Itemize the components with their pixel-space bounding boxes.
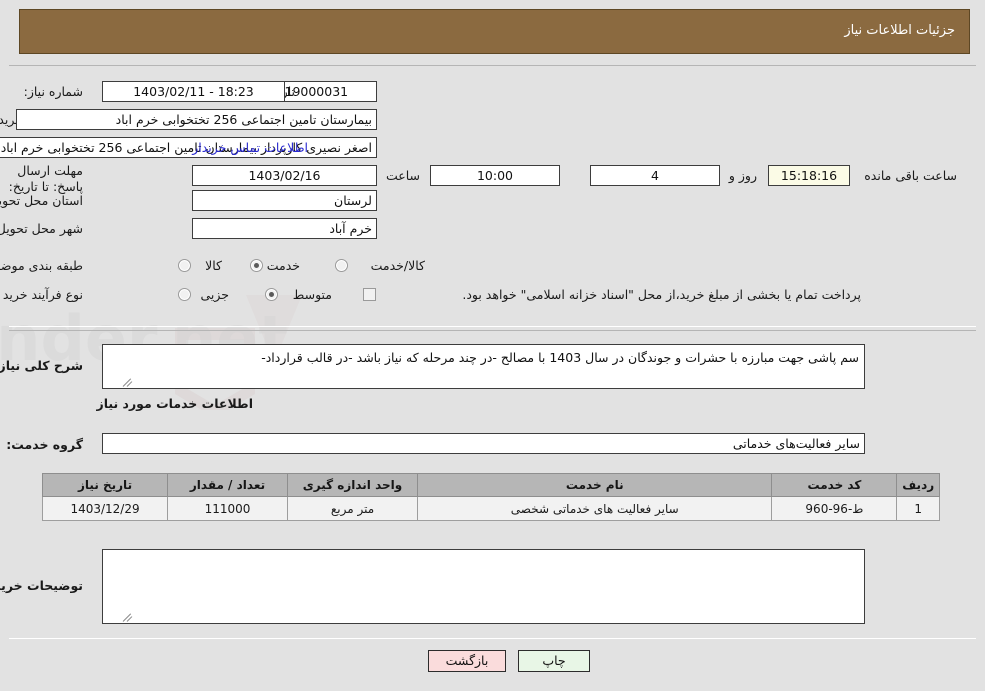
radio-category-goods[interactable] [178, 259, 191, 272]
days-field[interactable]: 4 [590, 165, 720, 186]
deadline-label: مهلت ارسال پاسخ: تا تاریخ: [8, 163, 83, 194]
remaining-label: ساعت باقی مانده [864, 168, 957, 183]
back-button[interactable]: بازگشت [428, 650, 506, 672]
hour-label: ساعت [385, 168, 420, 183]
radio-process-medium-label: متوسط [292, 287, 332, 302]
description-label: شرح کلی نیاز: [0, 358, 83, 373]
province-label: استان محل تحویل: [0, 193, 83, 208]
page-root: AriaTender.net جزئیات اطلاعات نیاز شماره… [0, 0, 985, 691]
cell-code: ط-96-960 [771, 496, 898, 521]
radio-process-minor-label: جزیی [200, 287, 229, 302]
radio-category-goods-label: کالا [205, 258, 222, 273]
radio-process-medium[interactable] [265, 288, 278, 301]
service-group-field[interactable]: سایر فعالیت‌های خدماتی [102, 433, 865, 454]
radio-process-minor[interactable] [178, 288, 191, 301]
radio-category-goods-service[interactable] [335, 259, 348, 272]
process-label: نوع فرآیند خرید : [0, 287, 83, 302]
th-unit: واحد اندازه گیری [286, 473, 419, 497]
province-field[interactable]: لرستان [192, 190, 377, 211]
need-number-label: شماره نیاز: [23, 84, 83, 99]
page-title: جزئیات اطلاعات نیاز [844, 23, 955, 38]
days-label: روز و [728, 168, 757, 183]
items-table-wrap: ردیف کد خدمت نام خدمت واحد اندازه گیری ت… [41, 473, 940, 521]
items-table: ردیف کد خدمت نام خدمت واحد اندازه گیری ت… [41, 473, 940, 521]
buyer-org-field[interactable]: بیمارستان تامین اجتماعی 256 تختخوابی خرم… [16, 109, 377, 130]
deadline-date-field[interactable]: 1403/02/16 [192, 165, 377, 186]
buyer-notes-textarea[interactable] [102, 549, 865, 624]
th-code: کد خدمت [771, 473, 898, 497]
header-banner: جزئیات اطلاعات نیاز [19, 9, 970, 54]
creator-field[interactable]: اصغر نصیری کارپرداز بیمارستان تامین اجتم… [0, 137, 377, 158]
th-row: ردیف [896, 473, 940, 497]
countdown-field: 15:18:16 [768, 165, 850, 186]
service-group-label: گروه خدمت: [6, 437, 83, 452]
services-heading: اطلاعات خدمات مورد نیاز [96, 396, 254, 411]
buyer-notes-label: توضیحات خریدار: [0, 578, 83, 593]
radio-category-service[interactable] [250, 259, 263, 272]
cell-row: 1 [896, 496, 940, 521]
treasury-bonds-checkbox[interactable] [363, 288, 376, 301]
buyer-contact-link[interactable]: اطلاعات تماس خریدار [192, 140, 308, 155]
radio-category-service-label: خدمت [266, 258, 300, 273]
th-quantity: تعداد / مقدار [167, 473, 288, 497]
hour-field[interactable]: 10:00 [430, 165, 560, 186]
city-field[interactable]: خرم آباد [192, 218, 377, 239]
description-textarea[interactable]: سم پاشی جهت مبارزه با حشرات و جوندگان در… [102, 344, 865, 389]
table-header-row: ردیف کد خدمت نام خدمت واحد اندازه گیری ت… [41, 473, 940, 497]
city-label: شهر محل تحویل: [0, 221, 83, 236]
announce-datetime-field[interactable]: 1403/02/11 - 18:23 [102, 81, 285, 102]
cell-quantity: 111000 [167, 496, 288, 521]
cell-unit: متر مربع [286, 496, 419, 521]
treasury-bonds-label: پرداخت تمام یا بخشی از مبلغ خرید،از محل … [462, 287, 861, 302]
cell-name: سایر فعالیت های خدماتی شخصی [417, 496, 773, 521]
print-button[interactable]: چاپ [518, 650, 590, 672]
table-row[interactable]: 1 ط-96-960 سایر فعالیت های خدماتی شخصی م… [41, 496, 940, 521]
radio-category-goods-service-label: کالا/خدمت [370, 258, 425, 273]
category-label: طبقه بندی موضوعی: [0, 258, 83, 273]
th-name: نام خدمت [417, 473, 773, 497]
cell-date: 1403/12/29 [41, 496, 169, 521]
th-date: تاریخ نیاز [41, 473, 169, 497]
